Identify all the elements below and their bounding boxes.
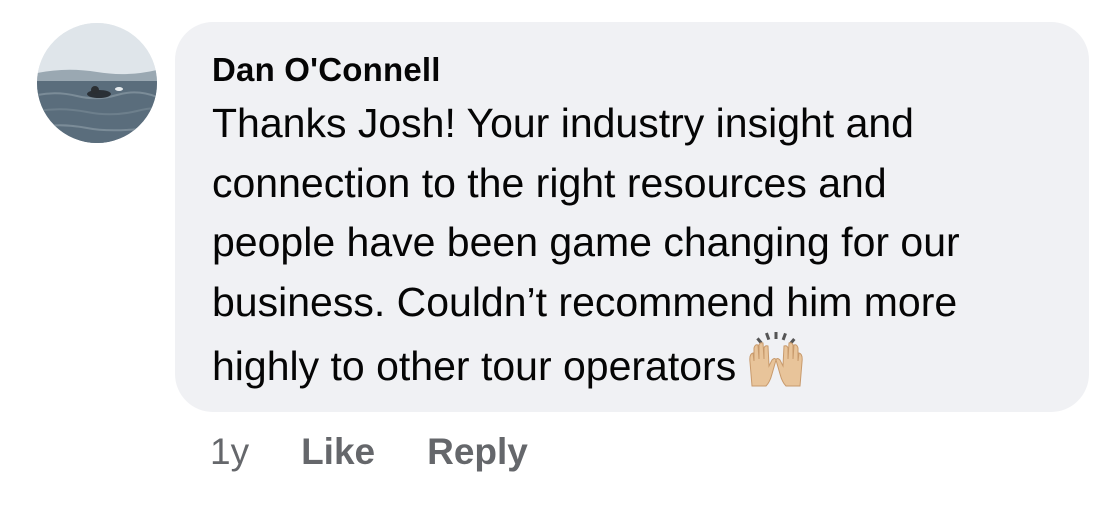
comment-line: people have been game changing for our [212,219,960,265]
profile-photo-surfer-icon [37,23,157,143]
comment-line: Thanks Josh! Your industry insight and [212,100,914,146]
comment-timestamp[interactable]: 1y [210,431,249,473]
like-button[interactable]: Like [301,431,375,473]
comment-actions: 1y Like Reply [210,428,528,476]
comment-author-name[interactable]: Dan O'Connell [212,48,1059,92]
comment-line: connection to the right resources and [212,159,887,206]
author-avatar[interactable] [37,23,157,143]
raising-hands-emoji-icon [746,332,806,388]
comment-bubble: Dan O'Connell Thanks Josh! Your industry… [175,22,1089,412]
comment-line: business. Couldn’t recommend him more [212,278,958,325]
comment-text: Thanks Josh! Your industry insight and c… [212,94,1059,397]
reply-button[interactable]: Reply [427,431,528,473]
comment-line: highly to other tour operators [212,343,737,389]
